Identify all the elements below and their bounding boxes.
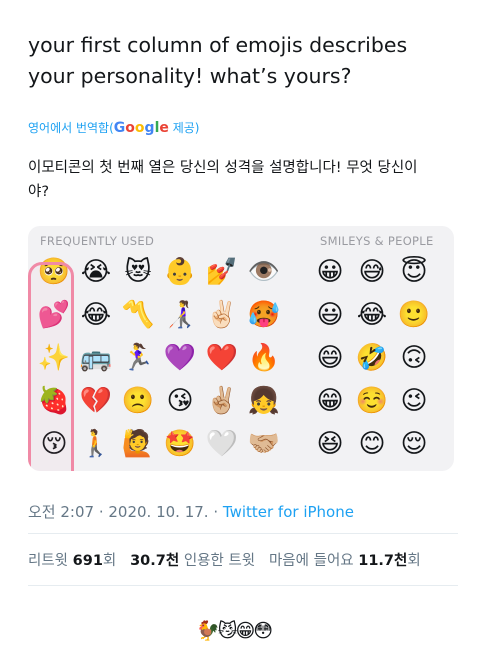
emoji-key: 😅: [358, 257, 386, 287]
emoji-key: 🙂: [397, 300, 431, 330]
emoji-key: 😃: [316, 300, 344, 330]
translated-text-line1: 이모티콘의 첫 번째 열은 당신의 성격을 설명합니다! 무엇 당신이: [28, 160, 418, 176]
emoji-key: ❤️: [205, 343, 239, 373]
tweet-text-line2: your personality! what’s yours?: [28, 64, 352, 88]
emoji-key: 😊: [358, 429, 386, 459]
google-logo: Google: [113, 120, 169, 136]
emoji-key: 😀: [316, 257, 344, 287]
smileys-people-header: SMILEYS & PEOPLE: [320, 234, 434, 248]
emoji-key: 💜: [163, 343, 197, 373]
translate-label-suffix: 제공): [168, 121, 200, 135]
divider: [28, 585, 458, 586]
emoji-key: ✌🏻: [205, 300, 239, 330]
emoji-keyboard-header: FREQUENTLY USED SMILEYS & PEOPLE: [28, 234, 454, 250]
tweet-meta: 오전 2:07 · 2020. 10. 17. · Twitter for iP…: [28, 503, 354, 521]
emoji-key: 😁: [316, 386, 344, 416]
emoji-key: 😇: [400, 257, 428, 287]
frequently-used-header: FREQUENTLY USED: [40, 234, 155, 248]
tweet-text-line1: your first column of emojis describes: [28, 33, 408, 57]
emoji-key: 🤩: [163, 429, 197, 459]
emoji-key: 🤣: [355, 343, 389, 373]
tweet-time: 오전 2:07: [28, 503, 95, 521]
emoji-key: 😂: [80, 300, 112, 330]
divider: [28, 533, 458, 534]
tweet-source-link[interactable]: Twitter for iPhone: [223, 503, 354, 521]
tweet-image[interactable]: FREQUENTLY USED SMILEYS & PEOPLE 🥺 😭 😻 👶 💅 👁️…: [28, 226, 454, 471]
emoji-key: 😘: [166, 386, 194, 416]
translated-text: 이모티콘의 첫 번째 열은 당신의 성격을 설명합니다! 무엇 당신이 야?: [28, 156, 468, 204]
emoji-key: 🚶: [79, 429, 113, 459]
emoji-key: 👧: [247, 386, 281, 416]
emoji-key: 🏃‍♀️: [121, 343, 155, 373]
emoji-key: 🤝🏼: [247, 429, 281, 459]
emoji-key: ✌🏼: [205, 386, 239, 416]
tweet-date[interactable]: 2020. 10. 17.: [108, 503, 208, 521]
emoji-key: 🔥: [247, 343, 281, 373]
tweet-stats: 리트윗 691회 30.7천 인용한 트윗 마음에 들어요 11.7천회: [28, 549, 421, 570]
emoji-key: 😆: [316, 429, 344, 459]
emoji-key: 💔: [79, 386, 113, 416]
tweet-text: your first column of emojis describes yo…: [28, 30, 468, 92]
emoji-key: 😉: [400, 386, 428, 416]
emoji-key: 👩‍🦯: [163, 300, 197, 330]
emoji-key: 〽️: [121, 300, 155, 330]
translated-text-line2: 야?: [28, 184, 50, 200]
likes-link[interactable]: 마음에 들어요 11.7천회: [269, 553, 421, 569]
emoji-key: 🙃: [400, 343, 428, 373]
emoji-key: 👁️: [247, 257, 281, 287]
quote-tweets-link[interactable]: 30.7천 인용한 트윗: [130, 553, 255, 569]
translate-label-prefix: 영어에서 번역함(: [28, 121, 114, 135]
emoji-key: 🤍: [205, 429, 239, 459]
emoji-key: 😄: [316, 343, 344, 373]
emoji-key: 😭: [80, 257, 112, 287]
reply-emojis: 🐓😼😁😳: [196, 620, 273, 642]
emoji-key: 👶: [163, 257, 197, 287]
emoji-key: 😌: [400, 429, 428, 459]
first-column-highlight: [28, 262, 74, 471]
emoji-key: 🚌: [79, 343, 113, 373]
emoji-key: 🙋: [121, 429, 155, 459]
emoji-key: ☺️: [355, 386, 389, 416]
emoji-key: 🙁: [121, 386, 155, 416]
translated-by-google[interactable]: 영어에서 번역함(Google 제공): [28, 119, 199, 136]
emoji-key: 🥵: [247, 300, 281, 330]
emoji-key: 😻: [124, 257, 152, 287]
retweets-link[interactable]: 리트윗 691회: [28, 553, 116, 569]
emoji-key: 😂: [356, 300, 388, 330]
emoji-key: 💅: [205, 257, 239, 287]
emoji-grid: 🥺 😭 😻 👶 💅 👁️ 💕 😂 〽️ 👩‍🦯 ✌🏻 🥵 ✨ 🚌 🏃‍♀️ 💜 ❤️ 🔥 🍓 💔 🙁 😘 ✌🏼 👧 😚 🚶 🙋 🤩 🤍 🤝…: [28, 254, 454, 469]
